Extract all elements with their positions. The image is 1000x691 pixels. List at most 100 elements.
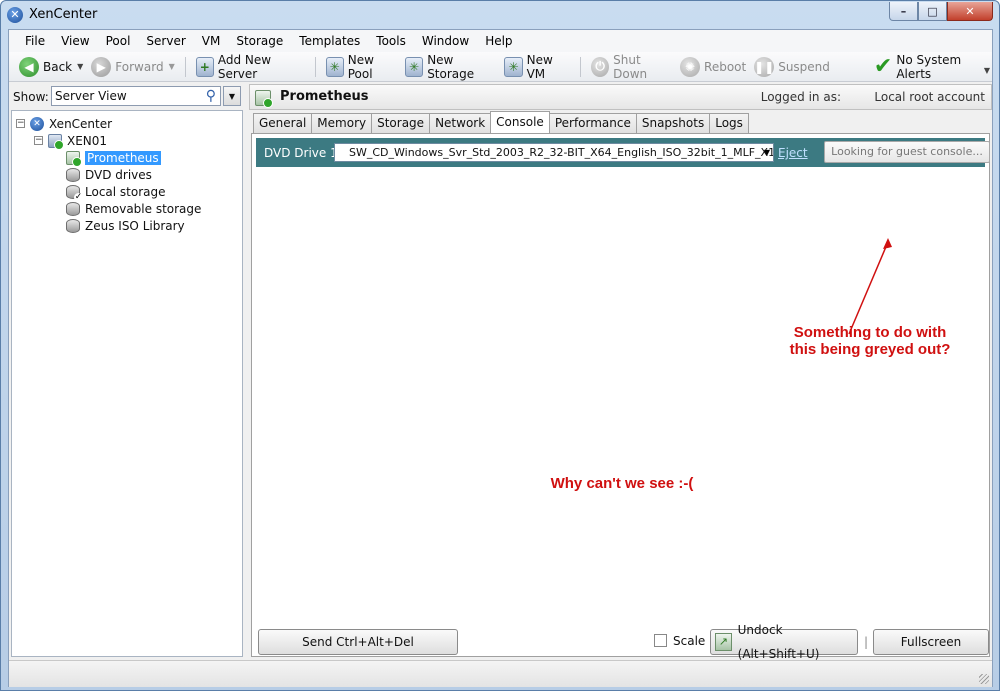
shut-down-label: Shut Down	[613, 52, 648, 81]
reboot-button[interactable]: ✺ Reboot	[676, 55, 750, 79]
annotation-line: this being greyed out?	[789, 341, 951, 358]
new-vm-button[interactable]: ✳ New VM	[500, 52, 574, 81]
scale-checkbox[interactable]	[654, 634, 667, 647]
tree-item-vm[interactable]: Prometheus	[66, 149, 161, 167]
new-vm-label: New VM	[526, 52, 553, 81]
tab-performance[interactable]: Performance	[548, 113, 637, 133]
client-area: File View Pool Server VM Storage Templat…	[8, 29, 993, 687]
content-pane: Prometheus Logged in as: Local root acco…	[249, 84, 992, 673]
menu-tools[interactable]: Tools	[368, 30, 414, 52]
vm-icon	[255, 90, 273, 108]
tab-strip: General Memory Storage Network Console P…	[253, 111, 749, 133]
tab-network[interactable]: Network	[429, 113, 492, 133]
tab-memory[interactable]: Memory	[311, 113, 373, 133]
menu-help[interactable]: Help	[477, 30, 520, 52]
system-alerts-button[interactable]: ✔ No System Alerts	[870, 52, 992, 81]
vm-icon	[66, 150, 82, 167]
new-storage-icon: ✳	[404, 56, 424, 77]
toolbar-overflow-icon[interactable]: ▼	[984, 66, 990, 75]
forward-arrow-icon: ▶	[91, 56, 112, 77]
checkmark-icon: ✔	[873, 53, 893, 79]
menu-window[interactable]: Window	[414, 30, 477, 52]
new-storage-label: New Storage	[427, 52, 475, 81]
menu-storage[interactable]: Storage	[228, 30, 291, 52]
send-ctrl-alt-del-button[interactable]: Send Ctrl+Alt+Del (Ctrl+Alt+Insert)	[258, 629, 458, 673]
logged-in-value: Local root account	[874, 90, 985, 104]
navigation-pane: Show: Server View ⚲ ▼ − ✕ XenCenter − XE…	[9, 84, 245, 657]
tab-general[interactable]: General	[253, 113, 313, 133]
tree-item-server[interactable]: − XEN01	[34, 132, 108, 150]
tree-item-dvd-drives[interactable]: DVD drives	[66, 166, 152, 183]
back-dropdown-icon[interactable]: ▼	[77, 62, 83, 71]
forward-dropdown-icon[interactable]: ▼	[169, 62, 175, 71]
new-storage-button[interactable]: ✳ New Storage	[401, 52, 500, 81]
suspend-button[interactable]: ❚❚ Suspend	[750, 55, 834, 79]
view-dropdown-button[interactable]: ▼	[223, 86, 241, 106]
add-new-server-label: Add New Server	[217, 52, 272, 81]
menu-bar: File View Pool Server VM Storage Templat…	[9, 30, 992, 52]
xencenter-icon: ✕	[30, 116, 44, 131]
undock-icon: ↗	[715, 633, 732, 651]
tree-item-local-storage[interactable]: Local storage	[66, 183, 166, 202]
collapse-icon[interactable]: −	[16, 119, 25, 128]
menu-templates[interactable]: Templates	[291, 30, 368, 52]
minimize-button[interactable]: –	[889, 2, 918, 21]
forward-button[interactable]: ▶ Forward ▼	[87, 55, 178, 79]
back-arrow-icon: ◀	[19, 56, 39, 77]
tree-label: Prometheus	[85, 150, 161, 165]
tree-item-removable-storage[interactable]: Removable storage	[66, 200, 201, 217]
tree-label: Zeus ISO Library	[85, 218, 185, 233]
view-value: Server View	[55, 89, 127, 103]
tree-item-iso-library[interactable]: Zeus ISO Library	[66, 217, 185, 234]
annotation-greyed-out: Something to do with this being greyed o…	[780, 324, 960, 358]
maximize-button[interactable]: □	[918, 2, 947, 21]
new-pool-button[interactable]: ✳ New Pool	[322, 53, 401, 81]
new-pool-icon: ✳	[325, 56, 344, 77]
system-alerts-label: No System Alerts	[896, 52, 962, 81]
pause-icon: ❚❚	[754, 56, 774, 77]
tab-snapshots[interactable]: Snapshots	[635, 113, 711, 133]
window-controls: – □ ✕	[889, 2, 993, 21]
menu-view[interactable]: View	[53, 30, 97, 52]
toolbar-separator	[580, 56, 582, 77]
storage-icon	[66, 167, 80, 182]
resize-grip-icon[interactable]	[979, 674, 989, 684]
tree-label: DVD drives	[85, 167, 152, 182]
tab-logs[interactable]: Logs	[709, 113, 749, 133]
annotation-line: Something to do with	[793, 324, 947, 341]
add-server-icon: +	[195, 56, 214, 77]
tab-storage[interactable]: Storage	[371, 113, 431, 133]
back-button[interactable]: ◀ Back ▼	[15, 55, 87, 79]
fullscreen-button[interactable]: Fullscreen (Ctrl+Alt)	[873, 629, 989, 673]
default-storage-icon	[66, 184, 83, 202]
window-title: XenCenter	[29, 7, 98, 22]
add-new-server-button[interactable]: + Add New Server	[192, 52, 309, 81]
search-icon[interactable]: ⚲	[206, 88, 216, 104]
collapse-icon[interactable]: −	[34, 136, 43, 145]
xencenter-logo-icon: ✕	[7, 7, 23, 23]
view-search-input[interactable]: Server View ⚲	[51, 86, 221, 106]
menu-file[interactable]: File	[17, 30, 53, 52]
tab-console[interactable]: Console	[490, 111, 550, 133]
suspend-label: Suspend	[778, 59, 830, 74]
arrow-shaft	[848, 241, 889, 335]
title-bar[interactable]: ✕ XenCenter – □ ✕	[1, 1, 999, 29]
power-icon: ⏻	[591, 56, 610, 77]
toolbar-separator	[184, 56, 186, 77]
show-label: Show:	[13, 90, 49, 104]
tree-label: Local storage	[85, 184, 166, 199]
tree-label: XEN01	[67, 133, 108, 148]
forward-label: Forward	[115, 59, 164, 74]
reboot-icon: ✺	[680, 56, 701, 77]
toolbar: ◀ Back ▼ ▶ Forward ▼ + Add New Server ✳ …	[9, 52, 992, 82]
vm-title: Prometheus	[280, 89, 369, 104]
close-button[interactable]: ✕	[947, 2, 993, 21]
tree-item-xencenter[interactable]: − ✕ XenCenter	[16, 115, 112, 132]
menu-pool[interactable]: Pool	[98, 30, 139, 52]
menu-vm[interactable]: VM	[194, 30, 229, 52]
menu-server[interactable]: Server	[138, 30, 193, 52]
shut-down-button[interactable]: ⏻ Shut Down	[587, 52, 676, 81]
undock-button[interactable]: ↗ Undock (Alt+Shift+U)	[710, 623, 858, 661]
tree-label: Removable storage	[85, 201, 202, 216]
logged-in-label: Logged in as:	[760, 90, 841, 104]
